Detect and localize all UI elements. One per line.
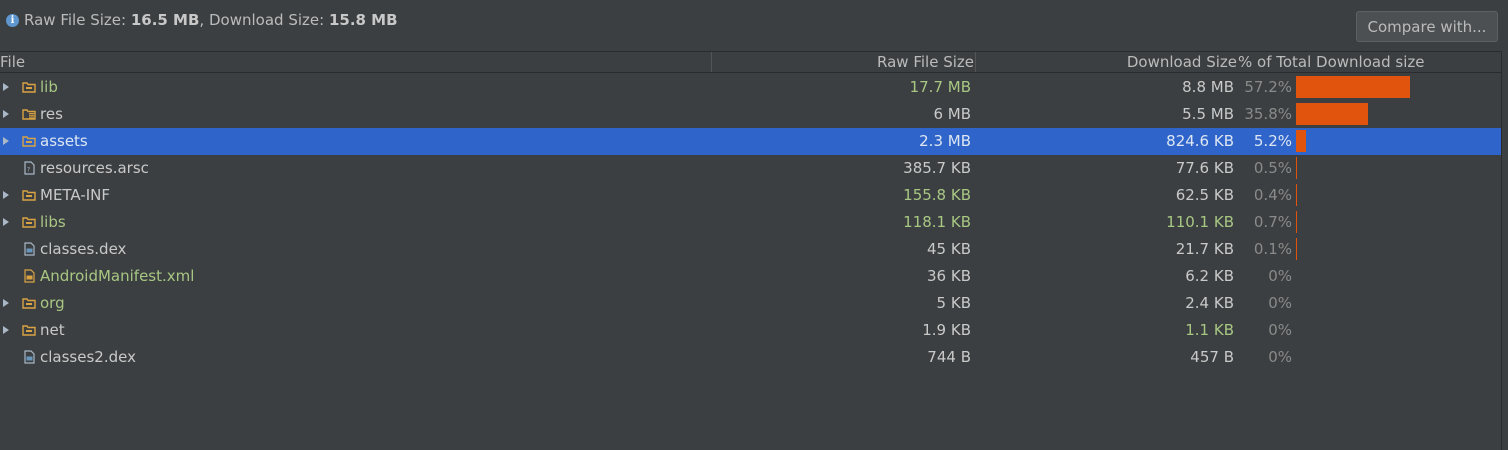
folder-icon [22,323,36,337]
summary-separator: , [199,11,205,29]
download-size-label: Download Size: [208,11,325,29]
raw-file-size: 6 MB [933,105,971,123]
table-row[interactable]: lib 17.7 MB 8.8 MB 57.2% [0,74,1501,101]
vertical-scrollbar[interactable] [1501,51,1508,450]
file-name: net [40,321,65,339]
raw-file-size: 2.3 MB [919,132,971,150]
file-tree-table: lib 17.7 MB 8.8 MB 57.2% res 6 MB 5.5 MB 35.8% a… [0,74,1501,371]
raw-size-label: Raw File Size: [24,11,127,29]
table-row[interactable]: net 1.9 KB 1.1 KB 0% [0,317,1501,344]
table-row[interactable]: assets 2.3 MB 824.6 KB 5.2% [0,128,1501,155]
percent-of-total: 0.1% [1253,240,1292,258]
raw-file-size: 5 KB [936,294,971,312]
column-header-download-size[interactable]: Download Size [976,52,1237,72]
download-size: 110.1 KB [1166,213,1234,231]
expand-arrow-icon[interactable] [3,299,9,307]
download-share-bar [1296,211,1297,233]
percent-of-total: 0% [1268,321,1292,339]
table-row[interactable]: libs 118.1 KB 110.1 KB 0.7% [0,209,1501,236]
expand-arrow-icon[interactable] [3,191,9,199]
download-share-bar [1296,103,1368,125]
percent-of-total: 0.5% [1253,159,1292,177]
download-share-bar [1296,238,1297,260]
download-size: 5.5 MB [1182,105,1234,123]
table-header: File Raw File Size Download Size % of To… [0,51,1501,73]
raw-file-size: 36 KB [927,267,971,285]
download-share-bar [1296,76,1410,98]
table-row[interactable]: classes2.dex 744 B 457 B 0% [0,344,1501,371]
expand-arrow-icon[interactable] [3,326,9,334]
download-size: 2.4 KB [1185,294,1234,312]
table-row[interactable]: org 5 KB 2.4 KB 0% [0,290,1501,317]
download-share-bar [1296,184,1297,206]
percent-of-total: 0% [1268,294,1292,312]
file-name: classes.dex [40,240,127,258]
column-header-raw-size[interactable]: Raw File Size [712,52,974,72]
folder-icon [22,296,36,310]
percent-of-total: 5.2% [1253,132,1292,150]
file-name: libs [40,213,66,231]
table-row[interactable]: classes.dex 45 KB 21.7 KB 0.1% [0,236,1501,263]
download-size: 824.6 KB [1166,132,1234,150]
percent-of-total: 0% [1268,267,1292,285]
table-row[interactable]: AndroidManifest.xml 36 KB 6.2 KB 0% [0,263,1501,290]
file-name: AndroidManifest.xml [40,267,195,285]
file-name: res [40,105,63,123]
summary-bar: i Raw File Size: 16.5 MB, Download Size:… [0,0,1508,50]
expand-arrow-icon[interactable] [3,110,9,118]
compare-with-button[interactable]: Compare with... [1356,11,1498,42]
download-size: 8.8 MB [1182,78,1234,96]
table-row[interactable]: ? resources.arsc 385.7 KB 77.6 KB 0.5% [0,155,1501,182]
raw-file-size: 118.1 KB [903,213,971,231]
raw-file-size: 385.7 KB [903,159,971,177]
download-size: 1.1 KB [1185,321,1234,339]
expand-arrow-icon[interactable] [3,218,9,226]
raw-file-size: 45 KB [927,240,971,258]
column-header-file[interactable]: File [0,52,706,72]
file-name: classes2.dex [40,348,136,366]
percent-of-total: 35.8% [1244,105,1292,123]
resource-folder-icon [22,107,36,121]
raw-file-size: 17.7 MB [909,78,971,96]
table-row[interactable]: META-INF 155.8 KB 62.5 KB 0.4% [0,182,1501,209]
raw-size-value: 16.5 MB [130,11,200,29]
raw-file-size: 1.9 KB [922,321,971,339]
dex-file-icon [22,242,36,256]
file-name: resources.arsc [40,159,149,177]
file-icon: ? [22,161,36,175]
folder-icon [22,215,36,229]
dex-file-icon [22,350,36,364]
expand-arrow-icon[interactable] [3,83,9,91]
download-share-bar [1296,157,1297,179]
raw-file-size: 744 B [927,348,971,366]
percent-of-total: 0.4% [1253,186,1292,204]
file-name: lib [40,78,58,96]
expand-arrow-icon[interactable] [3,137,9,145]
percent-of-total: 0% [1268,348,1292,366]
svg-text:?: ? [27,167,30,174]
table-row[interactable]: res 6 MB 5.5 MB 35.8% [0,101,1501,128]
file-name: org [40,294,65,312]
manifest-file-icon [22,269,36,283]
download-size: 62.5 KB [1175,186,1234,204]
file-name: assets [40,132,88,150]
percent-of-total: 57.2% [1244,78,1292,96]
download-size: 457 B [1190,348,1234,366]
download-share-bar [1296,130,1306,152]
raw-file-size: 155.8 KB [903,186,971,204]
download-size-value: 15.8 MB [328,11,398,29]
file-name: META-INF [40,186,111,204]
download-size: 6.2 KB [1185,267,1234,285]
folder-icon [22,188,36,202]
info-icon: i [6,13,19,27]
column-header-percent[interactable]: % of Total Download size [1238,52,1501,72]
folder-icon [22,134,36,148]
folder-icon [22,80,36,94]
percent-of-total: 0.7% [1253,213,1292,231]
download-size: 77.6 KB [1175,159,1234,177]
size-summary: i Raw File Size: 16.5 MB, Download Size:… [6,11,398,29]
download-size: 21.7 KB [1175,240,1234,258]
